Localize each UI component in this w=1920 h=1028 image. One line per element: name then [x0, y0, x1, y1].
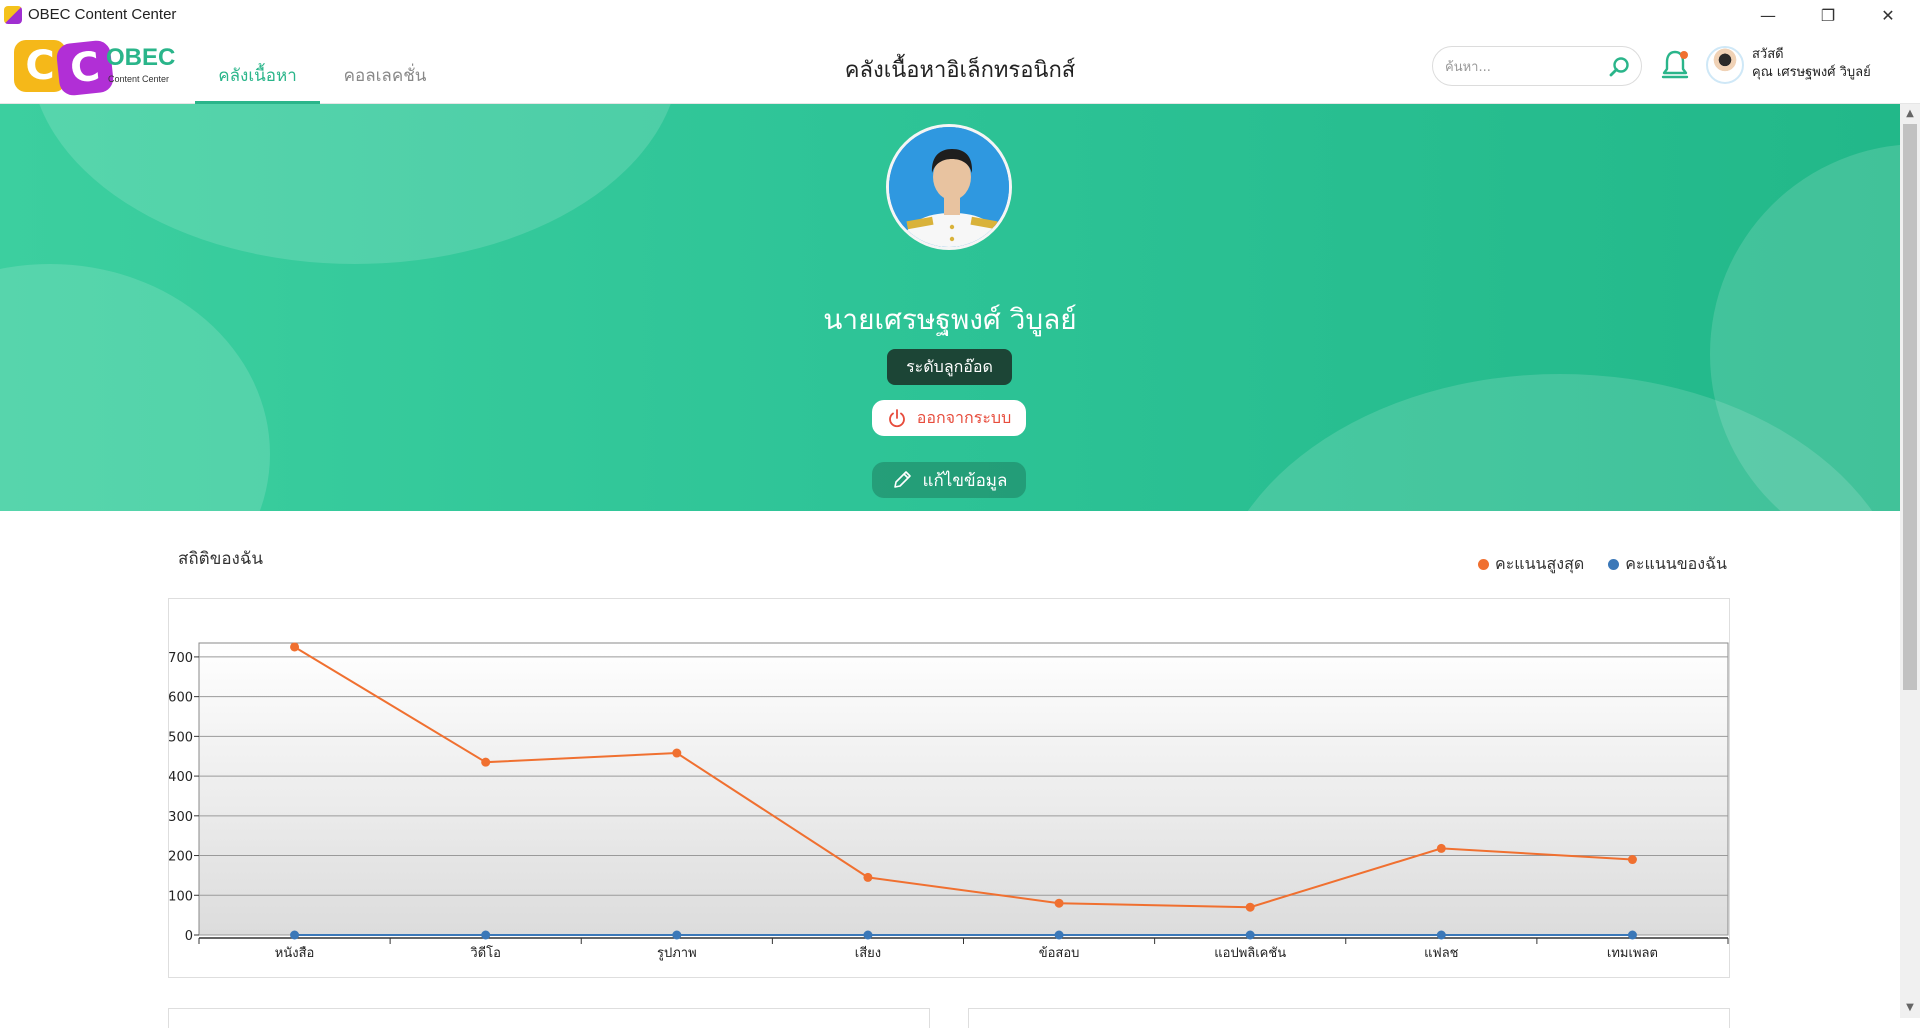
profile-photo-image [889, 127, 1009, 247]
scroll-up-arrow-icon[interactable]: ▲ [1900, 104, 1920, 124]
x-tick-label: หนังสือ [275, 945, 315, 961]
data-point-1 [1627, 930, 1637, 940]
legend-item-mine: คะแนนของฉัน [1608, 552, 1727, 577]
user-avatar[interactable] [1706, 46, 1744, 84]
window-title: OBEC Content Center [28, 6, 177, 23]
logo-subtitle: Content Center [108, 74, 170, 84]
search-input[interactable] [1445, 55, 1605, 79]
profile-name: นายเศรษฐพงศ์ วิบูลย์ [823, 303, 1077, 336]
y-tick-label: 400 [169, 770, 193, 785]
edit-profile-button[interactable]: แก้ไขข้อมูล [872, 462, 1026, 498]
logout-button[interactable]: ออกจากระบบ [872, 400, 1026, 436]
data-point-0 [1436, 843, 1446, 853]
x-tick-label: เทมเพลต [1607, 946, 1658, 961]
scrollbar-thumb[interactable] [1903, 124, 1917, 690]
app-header: C C OBEC Content Center คลังเนื้อหา คอลเ… [0, 30, 1920, 104]
profile-photo [886, 124, 1012, 250]
y-tick-label: 600 [169, 691, 193, 706]
profile-banner: นายเศรษฐพงศ์ วิบูลย์ ระดับลูกอ๊อด ออกจาก… [0, 104, 1900, 511]
search-box [1432, 46, 1642, 86]
app-icon [4, 6, 22, 24]
data-point-0 [481, 757, 491, 767]
obec-logo[interactable]: C C OBEC Content Center [14, 38, 184, 97]
maximize-button[interactable]: ❐ [1800, 0, 1856, 30]
y-tick-label: 0 [185, 929, 193, 944]
x-tick-label: แฟลช [1424, 946, 1459, 961]
x-tick-label: วิดีโอ [470, 945, 501, 961]
close-button[interactable]: ✕ [1860, 0, 1916, 30]
tab-collection[interactable]: คอลเลคชั่น [330, 60, 440, 104]
bottom-card-right [968, 1008, 1730, 1028]
logout-label: ออกจากระบบ [916, 407, 1012, 427]
pencil-icon [893, 471, 911, 488]
tab-content-library[interactable]: คลังเนื้อหา [195, 60, 320, 104]
rank-badge: ระดับลูกอ๊อด [887, 349, 1012, 385]
user-greeting[interactable]: สวัสดี คุณ เศรษฐพงศ์ วิบูลย์ [1752, 46, 1871, 82]
data-point-0 [1627, 855, 1637, 865]
legend-label-mine: คะแนนของฉัน [1625, 554, 1727, 573]
stats-title: สถิติของฉัน [178, 549, 264, 569]
legend-label-max: คะแนนสูงสุด [1495, 554, 1585, 573]
legend-dot-mine [1608, 559, 1620, 570]
notification-bell-icon[interactable] [1660, 48, 1690, 82]
greeting-text: สวัสดี [1752, 47, 1784, 62]
x-tick-label: เสียง [855, 945, 881, 961]
data-point-0 [1054, 898, 1064, 908]
data-point-0 [1245, 902, 1255, 912]
power-icon [888, 409, 905, 428]
legend-dot-max [1478, 559, 1489, 570]
legend-item-max: คะแนนสูงสุด [1478, 552, 1584, 577]
bottom-card-left [168, 1008, 930, 1028]
x-tick-label: รูปภาพ [657, 946, 697, 961]
data-point-1 [1054, 930, 1064, 940]
search-icon[interactable] [1607, 55, 1631, 79]
data-point-0 [290, 642, 300, 652]
data-point-1 [1245, 930, 1255, 940]
user-name-short: คุณ เศรษฐพงศ์ วิบูลย์ [1752, 65, 1871, 80]
y-tick-label: 200 [169, 850, 193, 865]
x-tick-label: ข้อสอบ [1039, 946, 1080, 961]
y-tick-label: 300 [169, 810, 193, 825]
data-point-1 [481, 930, 491, 940]
banner-decoration [30, 104, 680, 264]
y-tick-label: 100 [169, 889, 193, 904]
stats-line-chart: 0 100 200 300 400 500 600 700 หนังสือ วิดีโอ รูปภา… [169, 642, 1729, 961]
data-point-1 [290, 930, 300, 940]
title-bar: OBEC Content Center — ❐ ✕ [0, 0, 1920, 30]
scroll-down-arrow-icon[interactable]: ▼ [1900, 998, 1920, 1018]
page-title: คลังเนื้อหาอิเล็กทรอนิกส์ [844, 58, 1076, 83]
minimize-button[interactable]: — [1740, 0, 1796, 30]
edit-profile-label: แก้ไขข้อมูล [922, 470, 1008, 491]
banner-decoration [0, 264, 270, 511]
data-point-1 [672, 930, 682, 940]
y-tick-label: 700 [169, 651, 193, 666]
vertical-scrollbar[interactable]: ▲ ▼ [1900, 104, 1920, 1018]
chart-legend: คะแนนสูงสุด คะแนนของฉัน [1478, 552, 1727, 577]
y-tick-label: 500 [169, 730, 193, 745]
logo-brand: OBEC [106, 44, 176, 71]
stats-chart: 0 100 200 300 400 500 600 700 หนังสือ วิดีโอ รูปภา… [168, 598, 1730, 978]
data-point-1 [1436, 930, 1446, 940]
data-point-0 [863, 872, 873, 882]
x-tick-label: แอปพลิเคชัน [1214, 946, 1286, 961]
data-point-1 [863, 930, 873, 940]
data-point-0 [672, 748, 682, 758]
